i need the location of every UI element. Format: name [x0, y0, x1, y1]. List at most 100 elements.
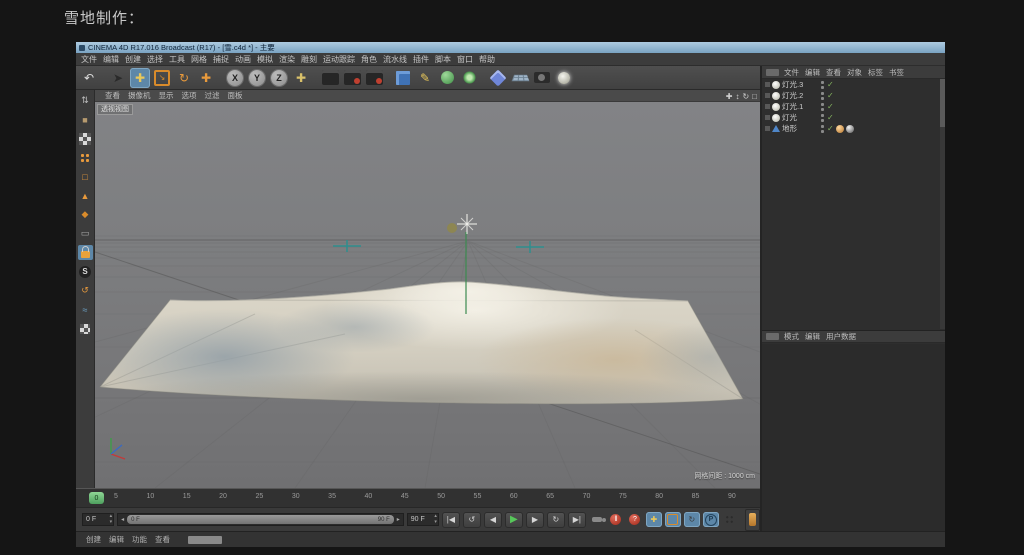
viewport-menu-item[interactable]: 面板	[224, 90, 247, 101]
render-settings-icon[interactable]	[364, 68, 384, 88]
spline-pen-icon[interactable]: ✎	[415, 68, 435, 88]
orbit-view-icon[interactable]: ↻	[742, 92, 749, 101]
object-manager-menu-item[interactable]: 对象	[844, 67, 865, 78]
material-strip-field[interactable]	[188, 536, 222, 544]
toggle-view-icon[interactable]: □	[752, 92, 757, 101]
object-name[interactable]: 地形	[782, 123, 818, 134]
points-mode-icon[interactable]	[78, 150, 93, 165]
scale-tool-icon[interactable]: ↘	[152, 68, 172, 88]
current-frame-marker[interactable]: 0	[89, 492, 104, 504]
visibility-dots-icon[interactable]	[820, 102, 825, 111]
quantize-icon[interactable]: ↺	[78, 283, 93, 298]
uv-mode-icon[interactable]: ◆	[78, 207, 93, 222]
menu-item[interactable]: 帮助	[476, 54, 498, 65]
loop-button[interactable]: ↻	[547, 512, 565, 528]
object-name[interactable]: 灯光	[782, 112, 818, 123]
render-picture-viewer-icon[interactable]	[342, 68, 362, 88]
pla-record-toggle[interactable]	[722, 512, 738, 527]
range-right-arrow-icon[interactable]: ▸	[394, 516, 403, 523]
menu-item[interactable]: 动画	[232, 54, 254, 65]
viewport-menu-item[interactable]: 过滤	[201, 90, 224, 101]
object-manager-menu-item[interactable]: 编辑	[802, 67, 823, 78]
previous-frame-button[interactable]: ◀	[484, 512, 502, 528]
menu-item[interactable]: 编辑	[100, 54, 122, 65]
enable-check-icon[interactable]: ✓	[827, 124, 834, 133]
menu-item[interactable]: 网格	[188, 54, 210, 65]
object-manager-menu-item[interactable]: 文件	[781, 67, 802, 78]
polygons-mode-icon[interactable]: ▲	[78, 188, 93, 203]
coordinate-system-icon[interactable]: ✚	[291, 68, 311, 88]
menu-item[interactable]: 雕刻	[298, 54, 320, 65]
light-handle[interactable]	[447, 223, 457, 233]
object-manager-menu-item[interactable]: 标签	[865, 67, 886, 78]
enable-check-icon[interactable]: ✓	[827, 80, 834, 89]
frame-range-slider[interactable]: ◂ 0 F 90 F ▸	[117, 513, 404, 526]
x-axis-lock-button[interactable]: X	[225, 68, 245, 88]
menu-item[interactable]: 选择	[144, 54, 166, 65]
scale-record-toggle[interactable]	[665, 512, 681, 527]
position-record-toggle[interactable]: ✚	[646, 512, 662, 527]
material-menu-item[interactable]: 查看	[151, 534, 174, 545]
rotate-tool-icon[interactable]: ↻	[174, 68, 194, 88]
viewport-menu-item[interactable]: 查看	[101, 90, 124, 101]
subdivision-surface-icon[interactable]	[437, 68, 457, 88]
viewport-menu-item[interactable]: 摄像机	[124, 90, 155, 101]
zoom-view-icon[interactable]: ↕	[735, 92, 739, 101]
deformer-icon[interactable]	[459, 68, 479, 88]
pan-view-icon[interactable]: ✚	[726, 92, 733, 101]
tiles-icon[interactable]	[78, 321, 93, 336]
object-name[interactable]: 灯光.1	[782, 101, 818, 112]
window-titlebar[interactable]: CINEMA 4D R17.016 Broadcast (R17) - [雪.c…	[76, 42, 945, 53]
material-menu-item[interactable]: 功能	[128, 534, 151, 545]
visibility-dots-icon[interactable]	[820, 113, 825, 122]
parameter-record-toggle[interactable]: P	[703, 512, 719, 527]
camera-icon[interactable]	[532, 68, 552, 88]
menu-item[interactable]: 渲染	[276, 54, 298, 65]
menu-item[interactable]: 模拟	[254, 54, 276, 65]
visibility-dots-icon[interactable]	[820, 91, 825, 100]
render-view-icon[interactable]	[320, 68, 340, 88]
object-name[interactable]: 灯光.2	[782, 90, 818, 101]
stepper-icon[interactable]: ▴▾	[434, 514, 437, 525]
visibility-dots-icon[interactable]	[820, 80, 825, 89]
stepper-icon[interactable]: ▴▾	[110, 514, 113, 525]
play-backward-button[interactable]: ↺	[463, 512, 481, 528]
menu-item[interactable]: 工具	[166, 54, 188, 65]
menu-item[interactable]: 文件	[78, 54, 100, 65]
z-axis-lock-button[interactable]: Z	[269, 68, 289, 88]
viewport-menu-item[interactable]: 选项	[178, 90, 201, 101]
rotation-record-toggle[interactable]: ↻	[684, 512, 700, 527]
menu-item[interactable]: 运动跟踪	[320, 54, 358, 65]
record-keyframe-icon[interactable]	[589, 512, 605, 527]
object-row[interactable]: 灯光.3 ✓	[762, 79, 940, 90]
view-label[interactable]: 透视视图	[97, 104, 133, 115]
floor-icon[interactable]	[510, 68, 530, 88]
attribute-manager-menu-item[interactable]: 用户数据	[823, 331, 859, 342]
menu-item[interactable]: 捕捉	[210, 54, 232, 65]
keyframe-selection-icon[interactable]: ?	[627, 512, 643, 527]
material-menu-item[interactable]: 编辑	[105, 534, 128, 545]
live-selection-icon[interactable]: ➤	[108, 68, 128, 88]
light-icon[interactable]	[554, 68, 574, 88]
range-bar[interactable]: 0 F 90 F	[127, 515, 394, 524]
snap-icon[interactable]: S	[78, 264, 93, 279]
menu-item[interactable]: 角色	[358, 54, 380, 65]
workplane-mode-icon[interactable]: ▭	[78, 226, 93, 241]
autokey-icon[interactable]: ‖	[608, 512, 624, 527]
visibility-dots-icon[interactable]	[820, 124, 825, 133]
menu-item[interactable]: 窗口	[454, 54, 476, 65]
timeline-ruler[interactable]: 0 51015202530354045505560657075808590	[76, 488, 760, 507]
3d-canvas[interactable]	[95, 102, 760, 488]
solo-mode-icon[interactable]	[745, 509, 760, 531]
object-row[interactable]: 地形 ✓	[762, 123, 940, 134]
viewport-menu-item[interactable]: 显示	[155, 90, 178, 101]
object-row[interactable]: 灯光.2 ✓	[762, 90, 940, 101]
model-mode-icon[interactable]: ■	[78, 112, 93, 127]
make-editable-icon[interactable]: ⇅	[78, 93, 93, 108]
enable-check-icon[interactable]: ✓	[827, 102, 834, 111]
menu-item[interactable]: 创建	[122, 54, 144, 65]
attribute-manager-menu-item[interactable]: 编辑	[802, 331, 823, 342]
end-frame-field[interactable]: 90 F ▴▾	[407, 513, 439, 526]
object-row[interactable]: 灯光 ✓	[762, 112, 940, 123]
play-button[interactable]: ▶	[505, 512, 523, 528]
